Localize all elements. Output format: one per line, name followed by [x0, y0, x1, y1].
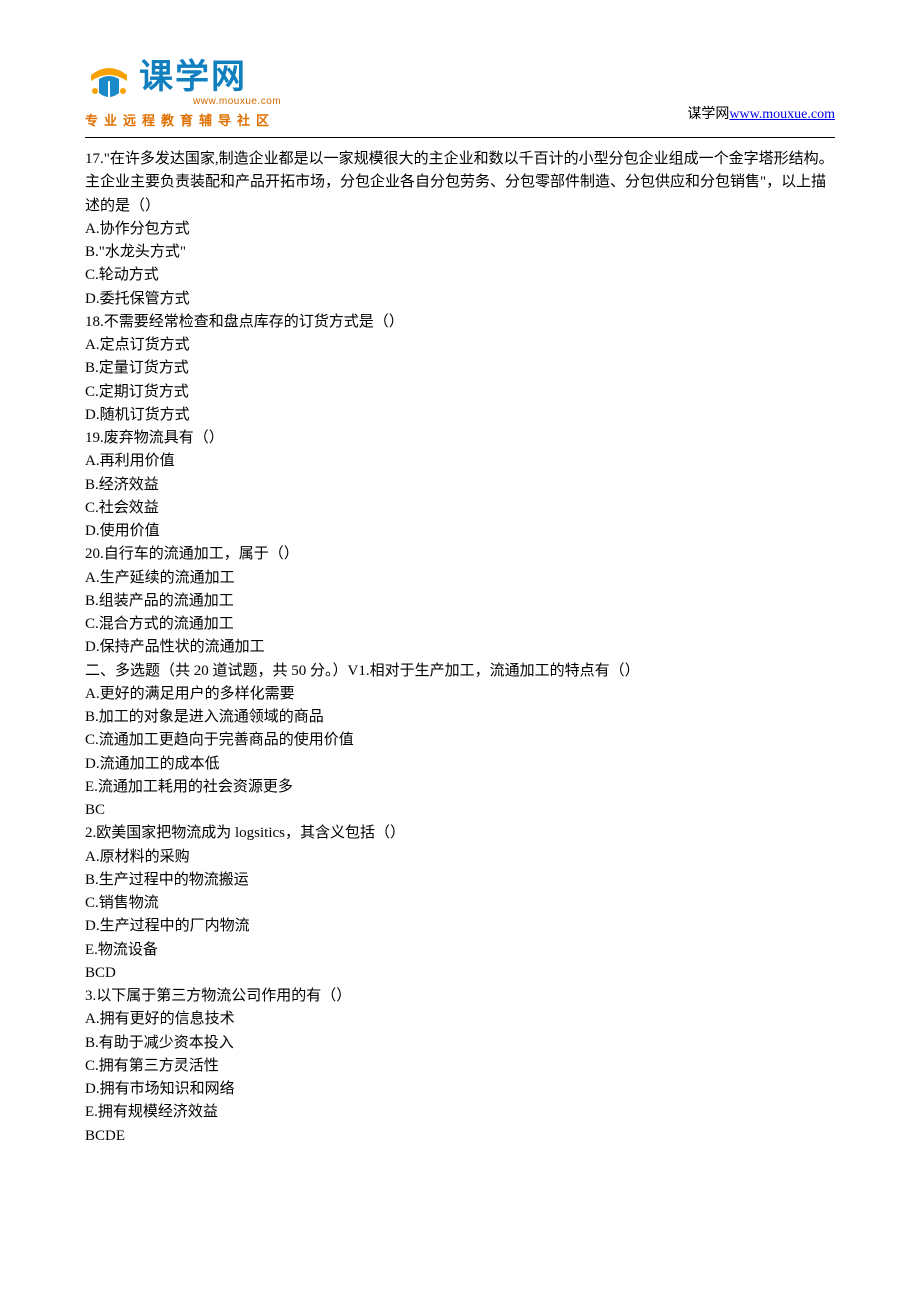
logo-top: 课学网 www.mouxue.com — [85, 60, 281, 107]
text-line: B.生产过程中的物流搬运 — [85, 869, 835, 892]
site-reference: 谋学网www.mouxue.com — [687, 103, 835, 123]
text-line: B.经济效益 — [85, 474, 835, 497]
text-line: A.原材料的采购 — [85, 846, 835, 869]
text-line: E.物流设备 — [85, 939, 835, 962]
text-line: D.使用价值 — [85, 520, 835, 543]
text-line: A.拥有更好的信息技术 — [85, 1008, 835, 1031]
text-line: A.定点订货方式 — [85, 334, 835, 357]
text-line: D.流通加工的成本低 — [85, 753, 835, 776]
text-line: C.流通加工更趋向于完善商品的使用价值 — [85, 729, 835, 752]
document-content: 17."在许多发达国家,制造企业都是以一家规模很大的主企业和数以千百计的小型分包… — [85, 148, 835, 1148]
text-line: D.生产过程中的厂内物流 — [85, 915, 835, 938]
document-page: 课学网 www.mouxue.com 专业远程教育辅导社区 谋学网www.mou… — [0, 0, 920, 1208]
text-line: A.更好的满足用户的多样化需要 — [85, 683, 835, 706]
text-line: B.有助于减少资本投入 — [85, 1032, 835, 1055]
text-line: BCDE — [85, 1125, 835, 1148]
text-line: 20.自行车的流通加工，属于（） — [85, 543, 835, 566]
text-line: 17."在许多发达国家,制造企业都是以一家规模很大的主企业和数以千百计的小型分包… — [85, 148, 835, 218]
text-line: E.流通加工耗用的社会资源更多 — [85, 776, 835, 799]
text-line: C.混合方式的流通加工 — [85, 613, 835, 636]
text-line: C.社会效益 — [85, 497, 835, 520]
text-line: 18.不需要经常检查和盘点库存的订货方式是（） — [85, 311, 835, 334]
logo-tagline: 专业远程教育辅导社区 — [85, 110, 275, 129]
text-line: 2.欧美国家把物流成为 logsitics，其含义包括（） — [85, 822, 835, 845]
page-header: 课学网 www.mouxue.com 专业远程教育辅导社区 谋学网www.mou… — [85, 60, 835, 129]
text-line: B."水龙头方式" — [85, 241, 835, 264]
text-line: D.拥有市场知识和网络 — [85, 1078, 835, 1101]
text-line: D.委托保管方式 — [85, 288, 835, 311]
text-line: D.随机订货方式 — [85, 404, 835, 427]
text-line: A.协作分包方式 — [85, 218, 835, 241]
text-line: A.再利用价值 — [85, 450, 835, 473]
text-line: D.保持产品性状的流通加工 — [85, 636, 835, 659]
text-line: 二、多选题（共 20 道试题，共 50 分。）V1.相对于生产加工，流通加工的特… — [85, 660, 835, 683]
text-line: B.加工的对象是进入流通领域的商品 — [85, 706, 835, 729]
text-line: B.组装产品的流通加工 — [85, 590, 835, 613]
text-line: 19.废弃物流具有（） — [85, 427, 835, 450]
logo-sub-url: www.mouxue.com — [193, 96, 281, 107]
logo-icon — [85, 63, 133, 105]
text-line: C.销售物流 — [85, 892, 835, 915]
text-line: E.拥有规模经济效益 — [85, 1101, 835, 1124]
logo-text: 课学网 — [139, 60, 281, 94]
site-label: 谋学网 — [687, 107, 729, 122]
text-line: C.轮动方式 — [85, 264, 835, 287]
text-line: 3.以下属于第三方物流公司作用的有（） — [85, 985, 835, 1008]
text-line: BCD — [85, 962, 835, 985]
header-divider — [85, 137, 835, 138]
site-link[interactable]: www.mouxue.com — [729, 107, 835, 122]
text-line: C.定期订货方式 — [85, 381, 835, 404]
logo-text-wrap: 课学网 www.mouxue.com — [139, 60, 281, 107]
text-line: B.定量订货方式 — [85, 357, 835, 380]
text-line: BC — [85, 799, 835, 822]
text-line: C.拥有第三方灵活性 — [85, 1055, 835, 1078]
text-line: A.生产延续的流通加工 — [85, 567, 835, 590]
logo-block: 课学网 www.mouxue.com 专业远程教育辅导社区 — [85, 60, 281, 129]
